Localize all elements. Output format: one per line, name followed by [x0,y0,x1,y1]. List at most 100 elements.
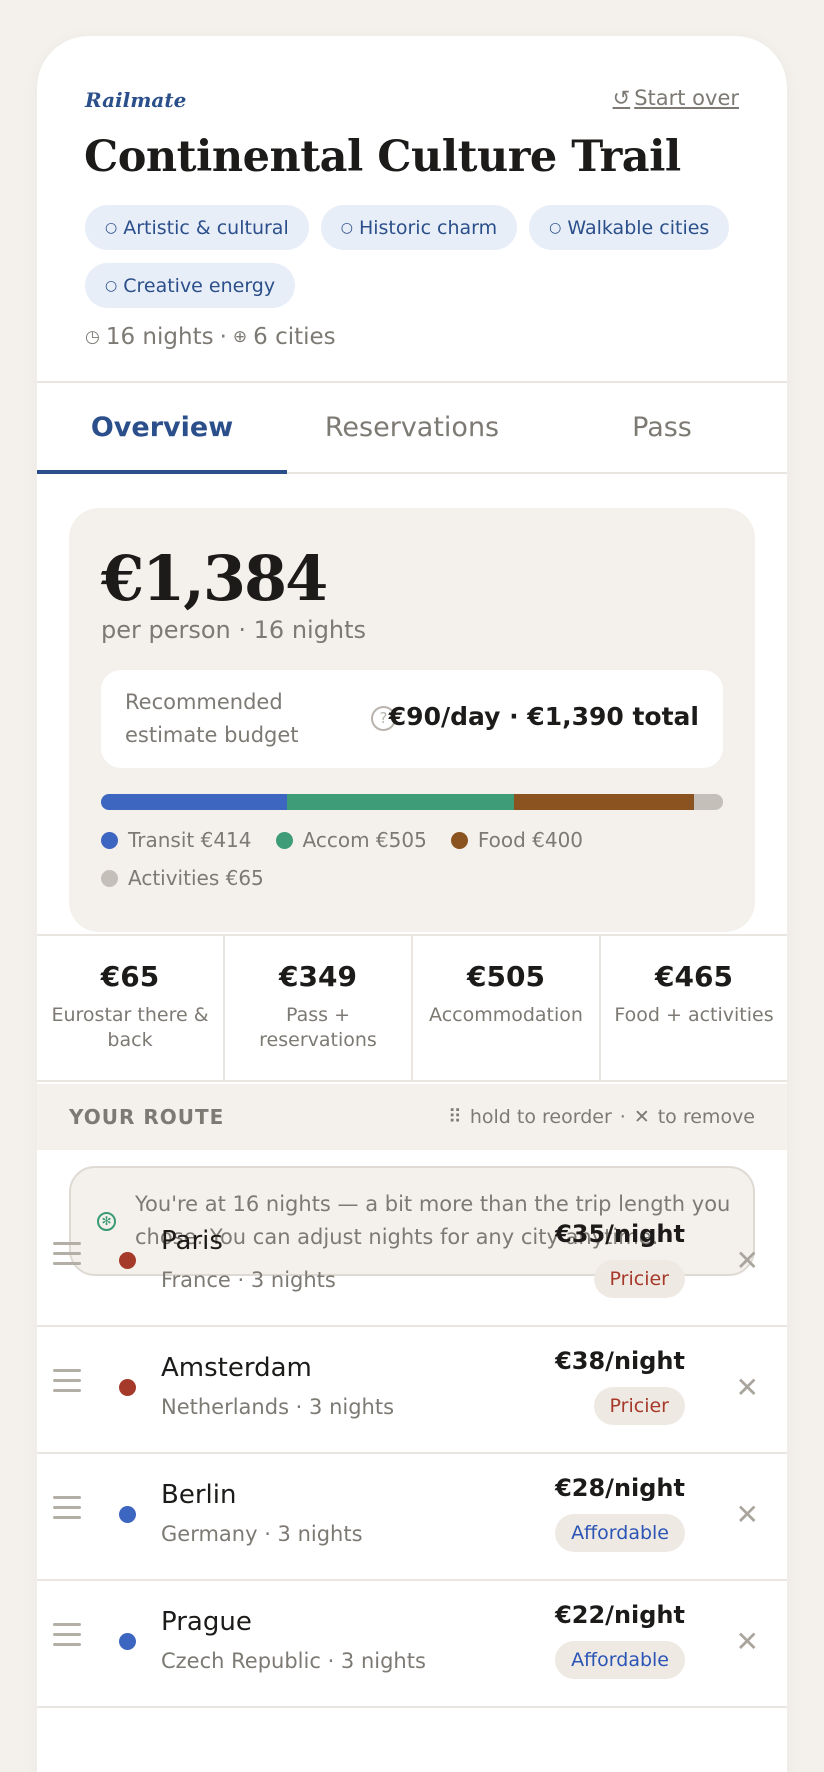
nightly-price: €35/night [555,1220,685,1248]
price-badge: Affordable [555,1641,685,1679]
legend-dot [275,831,293,849]
stat-label: Pass + reservations [259,1004,377,1051]
tag-chip: ○ Walkable cities [529,205,730,250]
cities-count: 6 cities [253,324,336,350]
budget-bar-segment [101,794,288,810]
tag-label: Creative energy [123,274,276,297]
recommended-budget-label: Recommended estimate budget [125,690,299,747]
drag-handle-icon: ⠿ [447,1106,462,1128]
budget-bar-segment [693,794,723,810]
circle-icon: ○ [340,219,353,236]
city-dot [119,1506,136,1523]
city-name: Berlin [161,1480,237,1510]
stat-pass: €349 Pass + reservations [225,936,413,1080]
circle-icon: ○ [105,277,118,294]
circle-icon: ○ [105,219,118,236]
close-icon: ✕ [633,1106,650,1128]
stat-label: Eurostar there & back [51,1004,209,1051]
tab-reservations[interactable]: Reservations [287,383,537,472]
drag-handle-icon[interactable] [53,1242,81,1272]
legend-item-transit: Transit €414 [101,828,252,852]
legend-dot [101,869,118,887]
remove-city-button[interactable]: ✕ [736,1498,759,1531]
legend-dot [101,831,118,849]
trip-meta: ◷ 16 nights · ⊕ 6 cities [85,324,336,350]
recommended-budget-value: €90/day · €1,390 total [388,702,699,731]
price-badge: Affordable [555,1514,685,1552]
drag-handle-icon[interactable] [53,1369,81,1399]
stat-food-activities: €465 Food + activities [601,936,787,1080]
legend-item-food: Food €400 [450,828,584,852]
price-caption: per person · 16 nights [101,616,367,644]
price-badge: Pricier [593,1387,685,1425]
hint-remove: to remove [657,1106,755,1128]
drag-handle-icon[interactable] [53,1623,81,1653]
start-over-link[interactable]: ↺ Start over [613,86,739,110]
city-row-berlin[interactable]: Berlin Germany · 3 nights €28/night Affo… [37,1454,787,1581]
city-dot [119,1252,136,1269]
page-title: Continental Culture Trail [84,132,681,182]
hint-separator: · [619,1106,626,1128]
price-badge: Pricier [593,1260,685,1298]
tag-chip: ○ Creative energy [85,263,296,308]
city-dot [119,1379,136,1396]
city-row-amsterdam[interactable]: Amsterdam Netherlands · 3 nights €38/nig… [37,1327,787,1454]
trip-header: Railmate ↺ Start over Continental Cultur… [37,36,787,381]
cost-stats: €65 Eurostar there & back €349 Pass + re… [37,934,787,1082]
stat-value: €349 [279,960,357,993]
globe-icon: ⊕ [232,327,248,347]
legend-label: Food €400 [477,828,584,852]
remove-city-button[interactable]: ✕ [736,1371,759,1404]
city-name: Amsterdam [161,1353,312,1383]
clock-icon: ◷ [85,327,100,347]
tag-label: Artistic & cultural [123,216,289,239]
price-per-person: €1,384 [101,542,328,615]
tag-label: Historic charm [358,216,498,239]
city-name: Paris [161,1226,223,1256]
nightly-price: €38/night [555,1347,685,1375]
city-row-paris[interactable]: Paris France · 3 nights €35/night Pricie… [37,1200,787,1327]
brand-logo: Railmate [85,88,187,112]
legend-dot [450,831,468,849]
stat-value: €465 [655,960,733,993]
route-header: YOUR ROUTE ⠿ hold to reorder · ✕ to remo… [37,1084,787,1150]
budget-breakdown-bar [101,794,723,810]
legend-item-activities: Activities €65 [101,866,264,890]
tag-label: Walkable cities [567,216,710,239]
city-details: Germany · 3 nights [161,1522,363,1546]
stat-eurostar: €65 Eurostar there & back [37,936,225,1080]
budget-bar-segment [287,794,514,810]
nightly-price: €28/night [555,1474,685,1502]
remove-city-button[interactable]: ✕ [736,1244,759,1277]
budget-legend: Transit €414 Accom €505 Food €400 Activi… [101,828,723,890]
tab-overview[interactable]: Overview [37,383,287,474]
start-over-label: Start over [634,86,739,110]
refresh-icon: ↺ [612,86,631,110]
recommended-budget: Recommended estimate budget ? €90/day · … [101,670,723,768]
trip-card: Railmate ↺ Start over Continental Cultur… [37,36,787,1772]
stat-label: Accommodation [429,1004,583,1026]
tag-list: ○ Artistic & cultural ○ Historic charm ○ Wa… [85,205,745,308]
circle-icon: ○ [549,219,562,236]
tab-bar: Overview Reservations Pass [37,381,787,474]
city-dot [119,1633,136,1650]
nights-count: 16 nights [105,324,214,350]
remove-city-button[interactable]: ✕ [736,1625,759,1658]
budget-summary: €1,384 per person · 16 nights Recommende… [69,508,755,932]
route-title: YOUR ROUTE [69,1105,225,1129]
tag-chip: ○ Historic charm [320,205,518,250]
legend-label: Accom €505 [302,828,427,852]
legend-label: Transit €414 [128,828,252,852]
tag-chip: ○ Artistic & cultural [85,205,309,250]
route-hint: ⠿ hold to reorder · ✕ to remove [448,1106,755,1128]
city-name: Prague [161,1607,252,1637]
city-details: Netherlands · 3 nights [161,1395,395,1419]
tab-pass[interactable]: Pass [537,383,787,472]
legend-label: Activities €65 [128,866,264,890]
nightly-price: €22/night [555,1601,685,1629]
drag-handle-icon[interactable] [53,1496,81,1526]
city-row-prague[interactable]: Prague Czech Republic · 3 nights €22/nig… [37,1581,787,1708]
stat-value: €65 [100,960,160,993]
hint-reorder: hold to reorder [469,1106,612,1128]
city-details: France · 3 nights [161,1268,336,1292]
